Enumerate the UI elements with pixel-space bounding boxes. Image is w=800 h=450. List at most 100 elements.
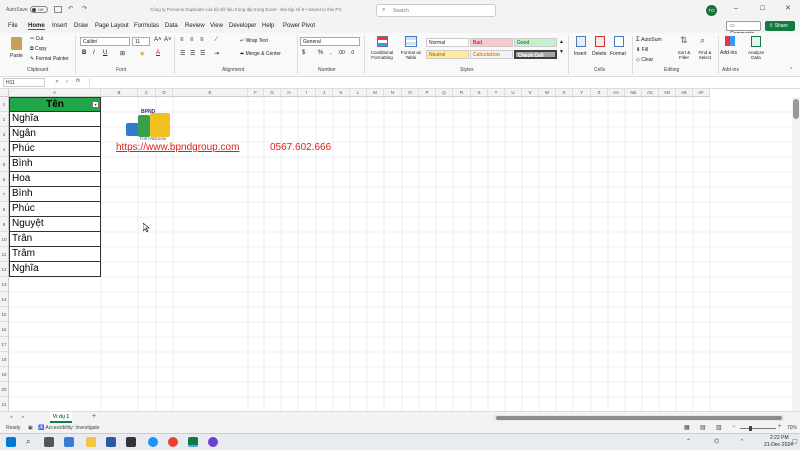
row-header-11[interactable]: 11 (0, 247, 9, 262)
column-header-s[interactable]: S (471, 89, 488, 97)
style-normal[interactable]: Normal (426, 38, 469, 47)
tab-developer[interactable]: Developer (229, 23, 256, 29)
tab-help[interactable]: Help (262, 23, 274, 29)
column-header-a[interactable]: A (9, 89, 101, 97)
add-ins-button[interactable]: Add-ins (720, 35, 740, 65)
clock-date[interactable]: 21-Dec-2024 (764, 442, 793, 448)
mail-icon[interactable] (106, 437, 116, 447)
table-row[interactable]: Nguyệt (9, 217, 101, 232)
format-as-table-button[interactable]: Format as Table (398, 35, 424, 65)
excel-taskbar-icon[interactable] (188, 437, 198, 447)
volume-icon[interactable]: ◔ (740, 438, 744, 444)
autosave-toggle[interactable]: Off (30, 6, 48, 13)
table-row[interactable]: Bình (9, 157, 101, 172)
file-explorer-icon[interactable] (86, 437, 96, 447)
column-header-t[interactable]: T (488, 89, 505, 97)
column-header-ae[interactable]: AE (676, 89, 693, 97)
align-right-icon[interactable]: ☰ (200, 50, 205, 57)
underline-icon[interactable]: U (103, 50, 107, 56)
minimize-icon[interactable]: – (734, 5, 738, 12)
table-row[interactable]: Phúc (9, 142, 101, 157)
column-header-h[interactable]: H (281, 89, 298, 97)
tab-formulas[interactable]: Formulas (134, 23, 159, 29)
avatar[interactable]: TO (706, 5, 717, 16)
column-header-d[interactable]: D (156, 89, 173, 97)
row-header-5[interactable]: 5 (0, 157, 9, 172)
row-header-4[interactable]: 4 (0, 142, 9, 157)
number-format-select[interactable]: General (300, 37, 360, 46)
font-color-icon[interactable]: A (156, 50, 160, 56)
spreadsheet-grid[interactable]: A B C D E F G H I J K L M N O P Q R S T U V W X Y Z AA AB AC AD AE AF 1… (0, 89, 800, 411)
column-header-n[interactable]: N (384, 89, 402, 97)
tab-file[interactable]: File (8, 23, 18, 29)
table-row[interactable]: Nghĩa (9, 112, 101, 127)
filter-dropdown-icon[interactable]: ▾ (92, 101, 99, 108)
sheet-tab-active[interactable]: Ví dụ 1 (50, 412, 72, 423)
formula-input[interactable] (89, 78, 795, 87)
column-header-p[interactable]: P (419, 89, 436, 97)
fx-label[interactable]: fx (76, 78, 80, 84)
zoom-out-icon[interactable]: − (732, 424, 736, 430)
horizontal-scrollbar[interactable] (494, 415, 784, 421)
bold-icon[interactable]: B (82, 50, 86, 56)
column-header-b[interactable]: B (101, 89, 138, 97)
find-select-button[interactable]: ⌕ Find & Select (695, 35, 715, 65)
store-icon[interactable] (126, 437, 136, 447)
align-bottom-icon[interactable]: ≡ (200, 37, 204, 43)
page-layout-view-icon[interactable]: ▤ (700, 424, 706, 431)
format-painter-button[interactable]: ✎ Format Painter (30, 56, 69, 62)
table-row[interactable]: Trân (9, 232, 101, 247)
row-header-20[interactable]: 20 (0, 382, 9, 397)
tab-page-layout[interactable]: Page Layout (95, 23, 129, 29)
italic-icon[interactable]: I (93, 50, 95, 56)
wrap-text-button[interactable]: ↵ Wrap Text (240, 38, 268, 44)
styles-scroll-up-icon[interactable]: ▲ (559, 39, 564, 45)
cancel-icon[interactable]: ✕ (55, 79, 59, 85)
align-center-icon[interactable]: ☰ (190, 50, 195, 57)
row-header-1[interactable]: 1 (0, 97, 9, 112)
tab-insert[interactable]: Insert (52, 23, 67, 29)
system-tray-chevron-icon[interactable]: ⌃ (686, 438, 691, 445)
column-header-ac[interactable]: AC (642, 89, 659, 97)
style-bad[interactable]: Bad (470, 38, 513, 47)
tab-data[interactable]: Data (165, 23, 178, 29)
grow-font-icon[interactable]: A˄ (154, 37, 162, 43)
column-header-e[interactable]: E (173, 89, 248, 97)
delete-cells-button[interactable]: Delete (591, 35, 609, 65)
search-taskbar-icon[interactable]: ⌕ (26, 437, 30, 447)
clear-button[interactable]: ◇ Clear (636, 57, 653, 63)
chrome-icon[interactable] (168, 437, 178, 447)
fill-button[interactable]: ⬇ Fill (636, 47, 648, 53)
insert-cells-button[interactable]: Insert (572, 35, 590, 65)
share-button[interactable]: ⇪ Share (765, 21, 795, 31)
scroll-right-icon[interactable]: ▸ (22, 414, 25, 420)
vertical-scrollbar[interactable] (792, 97, 800, 411)
paste-button[interactable]: Paste (8, 36, 26, 66)
row-header-21[interactable]: 21 (0, 397, 9, 411)
windows-start-icon[interactable] (6, 437, 16, 447)
indent-icon[interactable]: ⇥ (214, 50, 219, 57)
tab-review[interactable]: Review (185, 23, 205, 29)
orientation-icon[interactable]: ⟋ (214, 37, 218, 44)
column-header-j[interactable]: J (316, 89, 333, 97)
column-header-w[interactable]: W (539, 89, 556, 97)
format-cells-button[interactable]: Format (610, 35, 628, 65)
row-header-7[interactable]: 7 (0, 187, 9, 202)
zoom-slider[interactable] (740, 426, 776, 431)
column-header-af[interactable]: AF (693, 89, 710, 97)
normal-view-icon[interactable]: ▦ (684, 424, 690, 431)
row-header-2[interactable]: 2 (0, 112, 9, 127)
row-header-3[interactable]: 3 (0, 127, 9, 142)
table-row[interactable]: Bình (9, 187, 101, 202)
column-header-g[interactable]: G (264, 89, 281, 97)
row-header-19[interactable]: 19 (0, 367, 9, 382)
style-good[interactable]: Good (514, 38, 557, 47)
autosum-button[interactable]: Σ AutoSum (636, 37, 662, 43)
analyze-data-button[interactable]: Analyze Data (744, 35, 768, 65)
select-all-corner[interactable] (0, 89, 9, 97)
edge-icon[interactable] (148, 437, 158, 447)
clock-time[interactable]: 2:22 PM (770, 435, 789, 441)
align-left-icon[interactable]: ☰ (180, 50, 185, 57)
table-row[interactable]: Nghĩa (9, 262, 101, 277)
row-header-14[interactable]: 14 (0, 292, 9, 307)
